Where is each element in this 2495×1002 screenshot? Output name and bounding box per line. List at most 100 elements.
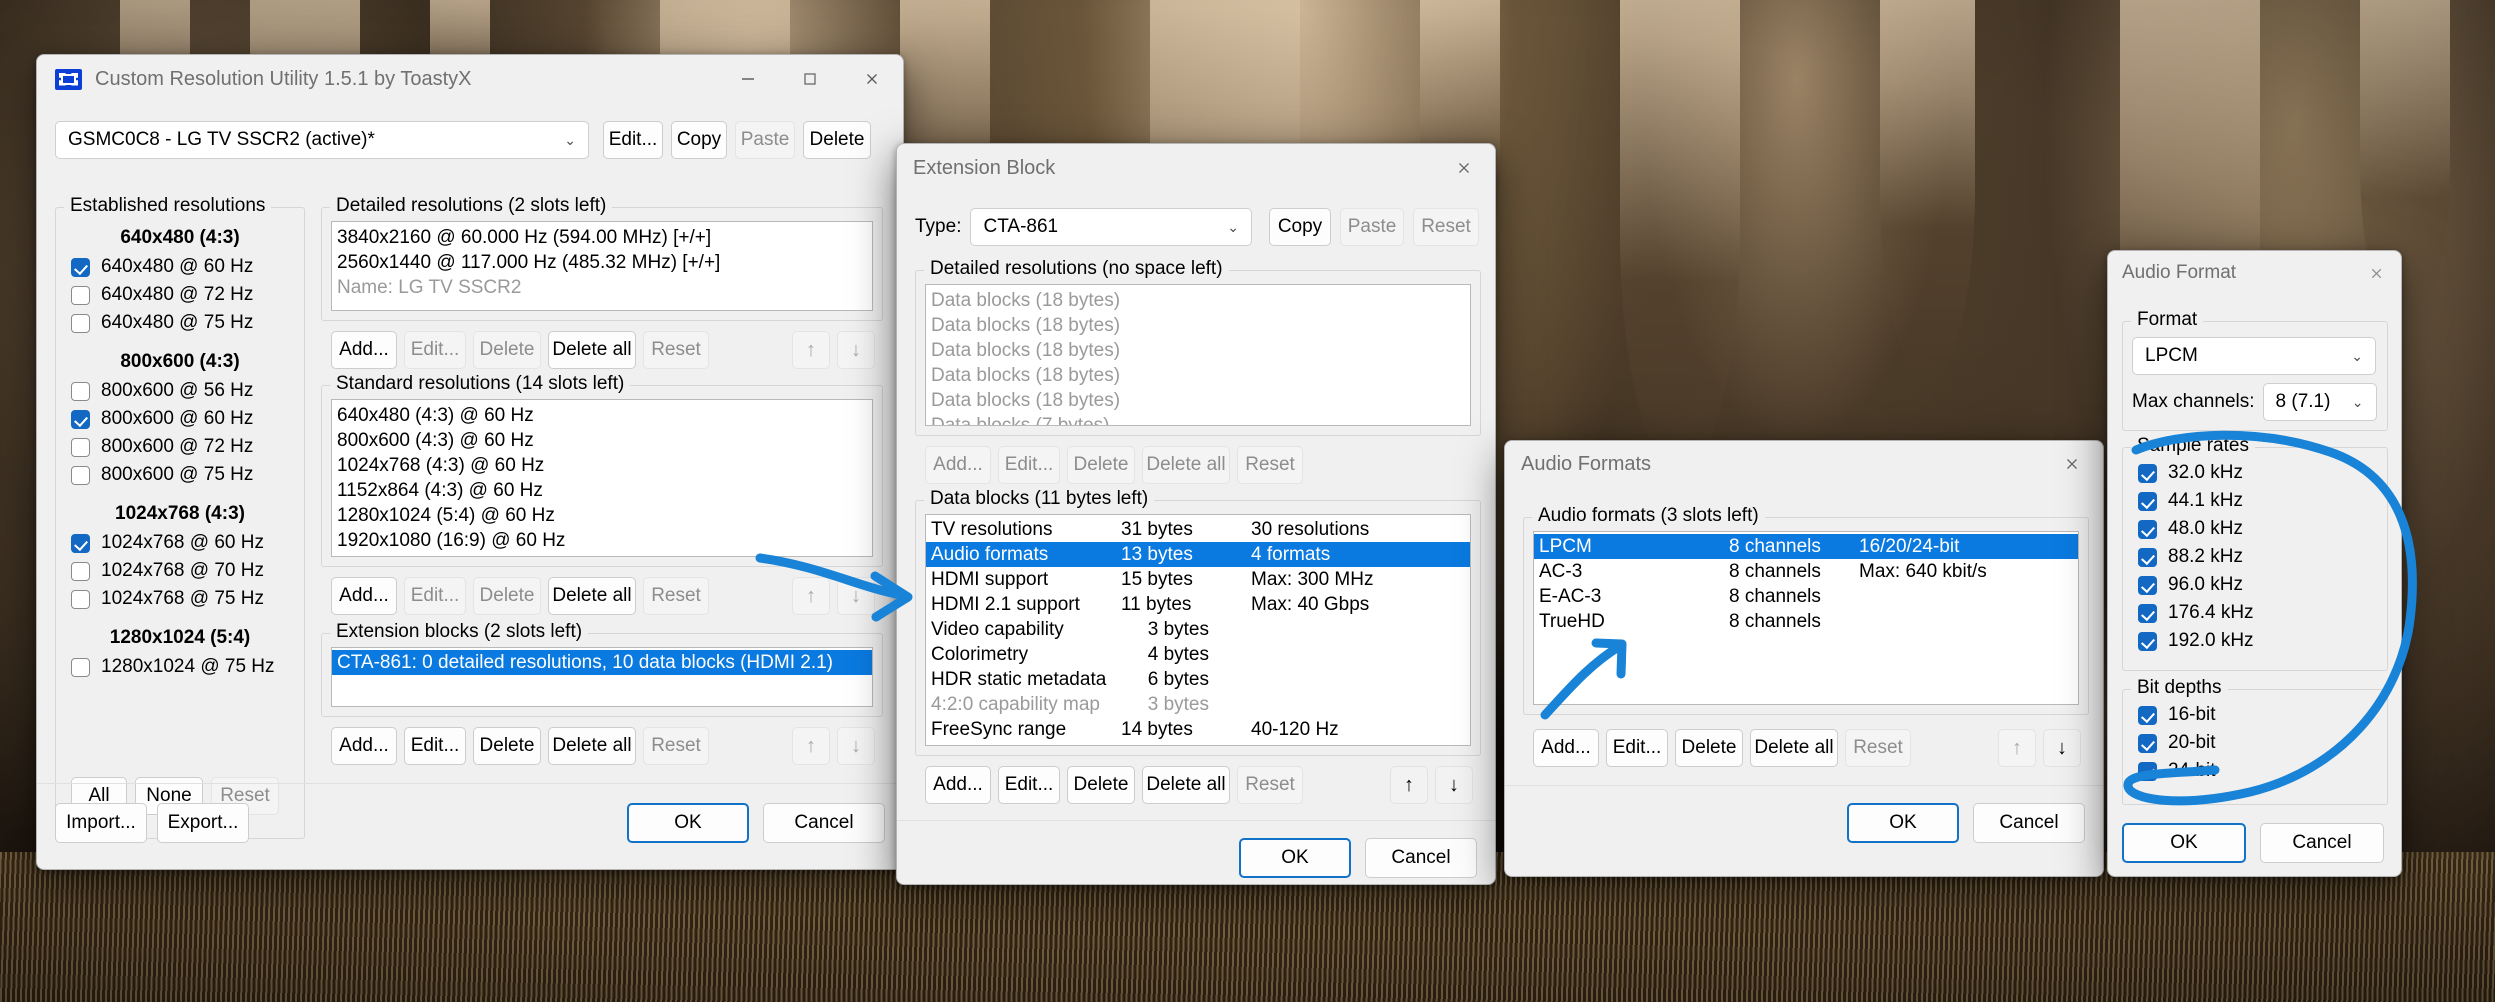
audio-format-titlebar[interactable]: Audio Format bbox=[2108, 251, 2401, 295]
checkbox-1024x768-60[interactable]: 1024x768 @ 60 Hz bbox=[71, 529, 305, 557]
close-icon[interactable] bbox=[2041, 441, 2103, 487]
format-select[interactable]: LPCM ⌄ bbox=[2132, 337, 2376, 375]
close-icon[interactable] bbox=[841, 55, 903, 103]
audioformats-delete-button[interactable]: Delete bbox=[1675, 729, 1743, 767]
datablocks-add-button[interactable]: Add... bbox=[925, 766, 991, 804]
arrow-down-icon[interactable]: ↓ bbox=[837, 727, 875, 765]
extblocks-delete-all-button[interactable]: Delete all bbox=[548, 727, 636, 765]
extblocks-add-button[interactable]: Add... bbox=[331, 727, 397, 765]
standard-reset-button[interactable]: Reset bbox=[643, 577, 709, 615]
table-row[interactable]: HDMI 2.1 support11 bytesMax: 40 Gbps bbox=[926, 592, 1470, 617]
checkbox-sample-rate-88-2[interactable]: 88.2 kHz bbox=[2138, 543, 2254, 571]
extblock-detailed-edit-button[interactable]: Edit... bbox=[998, 446, 1060, 484]
table-row[interactable]: Colorimetry4 bytes bbox=[926, 642, 1470, 667]
extblock-detailed-reset-button[interactable]: Reset bbox=[1237, 446, 1303, 484]
table-row[interactable]: E-AC-38 channels bbox=[1534, 584, 2078, 609]
extblock-cancel-button[interactable]: Cancel bbox=[1365, 838, 1477, 878]
checkbox-bit-depth-20[interactable]: 20-bit bbox=[2138, 729, 2216, 757]
standard-resolutions-list[interactable]: 640x480 (4:3) @ 60 Hz 800x600 (4:3) @ 60… bbox=[331, 399, 873, 557]
list-item[interactable]: 1152x864 (4:3) @ 60 Hz bbox=[332, 478, 872, 503]
arrow-up-icon[interactable]: ↑ bbox=[792, 331, 830, 369]
checkbox-1024x768-75[interactable]: 1024x768 @ 75 Hz bbox=[71, 585, 305, 613]
detailed-resolutions-list[interactable]: 3840x2160 @ 60.000 Hz (594.00 MHz) [+/+]… bbox=[331, 221, 873, 311]
list-item[interactable]: Data blocks (18 bytes) bbox=[926, 338, 1470, 363]
table-row[interactable]: TV resolutions31 bytes30 resolutions bbox=[926, 517, 1470, 542]
checkbox-640x480-60[interactable]: 640x480 @ 60 Hz bbox=[71, 253, 305, 281]
checkbox-sample-rate-48[interactable]: 48.0 kHz bbox=[2138, 515, 2254, 543]
export-button[interactable]: Export... bbox=[157, 803, 249, 843]
table-row[interactable]: Dolby video12 bytes bbox=[926, 742, 1470, 746]
extblock-reset-button[interactable]: Reset bbox=[1413, 208, 1479, 246]
detailed-reset-button[interactable]: Reset bbox=[643, 331, 709, 369]
list-item[interactable]: Data blocks (18 bytes) bbox=[926, 363, 1470, 388]
checkbox-800x600-75[interactable]: 800x600 @ 75 Hz bbox=[71, 461, 305, 489]
standard-add-button[interactable]: Add... bbox=[331, 577, 397, 615]
list-item[interactable]: Data blocks (18 bytes) bbox=[926, 288, 1470, 313]
audioformats-add-button[interactable]: Add... bbox=[1533, 729, 1599, 767]
extblocks-edit-button[interactable]: Edit... bbox=[404, 727, 466, 765]
table-row[interactable]: TrueHD8 channels bbox=[1534, 609, 2078, 634]
table-row[interactable]: HDMI support15 bytesMax: 300 MHz bbox=[926, 567, 1470, 592]
maximize-icon[interactable] bbox=[779, 55, 841, 103]
arrow-up-icon[interactable]: ↑ bbox=[792, 727, 830, 765]
detailed-edit-button[interactable]: Edit... bbox=[404, 331, 466, 369]
max-channels-select[interactable]: 8 (7.1) ⌄ bbox=[2263, 383, 2377, 421]
table-row[interactable]: FreeSync range14 bytes40-120 Hz bbox=[926, 717, 1470, 742]
audioformats-cancel-button[interactable]: Cancel bbox=[1973, 803, 2085, 843]
standard-delete-button[interactable]: Delete bbox=[473, 577, 541, 615]
checkbox-800x600-72[interactable]: 800x600 @ 72 Hz bbox=[71, 433, 305, 461]
table-row[interactable]: Audio formats13 bytes4 formats bbox=[926, 542, 1470, 567]
import-button[interactable]: Import... bbox=[55, 803, 147, 843]
checkbox-640x480-75[interactable]: 640x480 @ 75 Hz bbox=[71, 309, 305, 337]
ok-button[interactable]: OK bbox=[627, 803, 749, 843]
table-row[interactable]: Video capability3 bytes bbox=[926, 617, 1470, 642]
datablocks-edit-button[interactable]: Edit... bbox=[998, 766, 1060, 804]
extblock-detailed-add-button[interactable]: Add... bbox=[925, 446, 991, 484]
checkbox-sample-rate-96[interactable]: 96.0 kHz bbox=[2138, 571, 2254, 599]
table-row[interactable]: AC-38 channelsMax: 640 kbit/s bbox=[1534, 559, 2078, 584]
minimize-icon[interactable] bbox=[717, 55, 779, 103]
extblock-paste-button[interactable]: Paste bbox=[1340, 208, 1404, 246]
audioformats-reset-button[interactable]: Reset bbox=[1845, 729, 1911, 767]
audio-formats-list[interactable]: LPCM8 channels16/20/24-bit AC-38 channel… bbox=[1533, 531, 2079, 705]
arrow-up-icon[interactable]: ↑ bbox=[1390, 766, 1428, 804]
checkbox-bit-depth-16[interactable]: 16-bit bbox=[2138, 701, 2216, 729]
list-item[interactable]: 800x600 (4:3) @ 60 Hz bbox=[332, 428, 872, 453]
list-item[interactable]: CTA-861: 0 detailed resolutions, 10 data… bbox=[332, 650, 872, 675]
extblock-detailed-list[interactable]: Data blocks (18 bytes) Data blocks (18 b… bbox=[925, 284, 1471, 426]
datablocks-reset-button[interactable]: Reset bbox=[1237, 766, 1303, 804]
list-item[interactable]: Name: LG TV SSCR2 bbox=[332, 275, 872, 300]
list-item[interactable]: 2560x1440 @ 117.000 Hz (485.32 MHz) [+/+… bbox=[332, 250, 872, 275]
extblock-detailed-delete-button[interactable]: Delete bbox=[1067, 446, 1135, 484]
audioformat-ok-button[interactable]: OK bbox=[2122, 823, 2246, 863]
detailed-delete-all-button[interactable]: Delete all bbox=[548, 331, 636, 369]
arrow-down-icon[interactable]: ↓ bbox=[2043, 729, 2081, 767]
list-item[interactable]: Data blocks (18 bytes) bbox=[926, 388, 1470, 413]
audio-formats-titlebar[interactable]: Audio Formats bbox=[1505, 441, 2103, 487]
arrow-up-icon[interactable]: ↑ bbox=[1998, 729, 2036, 767]
checkbox-800x600-56[interactable]: 800x600 @ 56 Hz bbox=[71, 377, 305, 405]
arrow-down-icon[interactable]: ↓ bbox=[1435, 766, 1473, 804]
data-blocks-list[interactable]: TV resolutions31 bytes30 resolutions Aud… bbox=[925, 514, 1471, 746]
checkbox-1024x768-70[interactable]: 1024x768 @ 70 Hz bbox=[71, 557, 305, 585]
list-item[interactable]: Data blocks (18 bytes) bbox=[926, 313, 1470, 338]
paste-button[interactable]: Paste bbox=[735, 121, 795, 159]
arrow-down-icon[interactable]: ↓ bbox=[837, 577, 875, 615]
table-row[interactable]: LPCM8 channels16/20/24-bit bbox=[1534, 534, 2078, 559]
arrow-up-icon[interactable]: ↑ bbox=[792, 577, 830, 615]
main-window-titlebar[interactable]: Custom Resolution Utility 1.5.1 by Toast… bbox=[37, 55, 903, 103]
table-row[interactable]: HDR static metadata6 bytes bbox=[926, 667, 1470, 692]
list-item[interactable]: 1024x768 (4:3) @ 60 Hz bbox=[332, 453, 872, 478]
audioformats-ok-button[interactable]: OK bbox=[1847, 803, 1959, 843]
list-item[interactable]: 1920x1080 (16:9) @ 60 Hz bbox=[332, 528, 872, 553]
standard-delete-all-button[interactable]: Delete all bbox=[548, 577, 636, 615]
copy-button[interactable]: Copy bbox=[671, 121, 727, 159]
display-select[interactable]: GSMC0C8 - LG TV SSCR2 (active)* ⌄ bbox=[55, 121, 589, 159]
standard-edit-button[interactable]: Edit... bbox=[404, 577, 466, 615]
list-item[interactable]: 640x480 (4:3) @ 60 Hz bbox=[332, 403, 872, 428]
list-item[interactable]: 3840x2160 @ 60.000 Hz (594.00 MHz) [+/+] bbox=[332, 225, 872, 250]
extblock-copy-button[interactable]: Copy bbox=[1269, 208, 1331, 246]
checkbox-640x480-72[interactable]: 640x480 @ 72 Hz bbox=[71, 281, 305, 309]
checkbox-sample-rate-32[interactable]: 32.0 kHz bbox=[2138, 459, 2254, 487]
extblock-ok-button[interactable]: OK bbox=[1239, 838, 1351, 878]
